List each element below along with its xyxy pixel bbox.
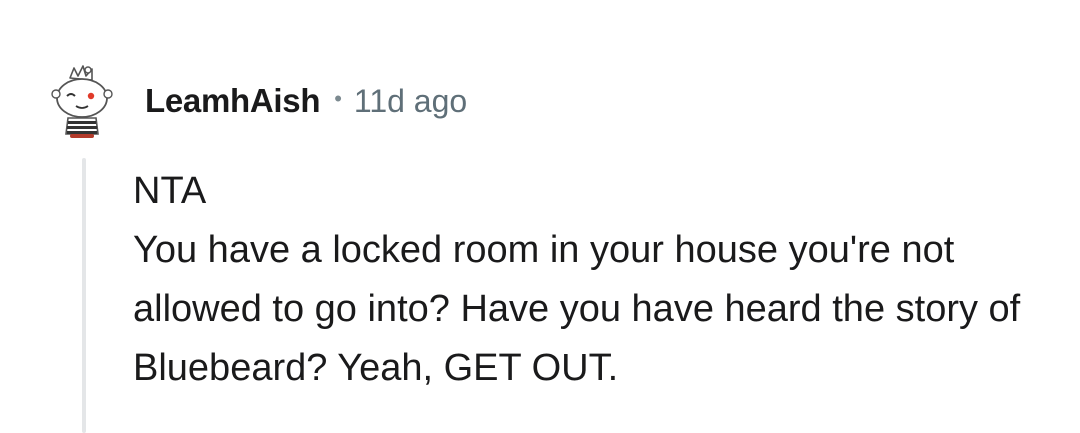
reddit-snoo-avatar-icon xyxy=(51,65,113,138)
comment-timestamp: 11d ago xyxy=(353,82,468,119)
comment-author[interactable]: LeamhAish xyxy=(145,82,320,120)
meta-separator: • xyxy=(334,86,342,111)
comment-body: NTA You have a locked room in your house… xyxy=(133,162,1033,398)
overflow-menu-icon[interactable] xyxy=(140,426,166,433)
comment-body-line: You have a locked room in your house you… xyxy=(133,229,1021,389)
comment-header: LeamhAish • 11d ago xyxy=(145,80,467,122)
comment-body-line: NTA xyxy=(133,170,207,212)
thread-collapse-line[interactable] xyxy=(82,158,86,433)
comment-card: LeamhAish • 11d ago NTA You have a locke… xyxy=(0,0,1080,433)
user-avatar[interactable] xyxy=(50,64,114,140)
